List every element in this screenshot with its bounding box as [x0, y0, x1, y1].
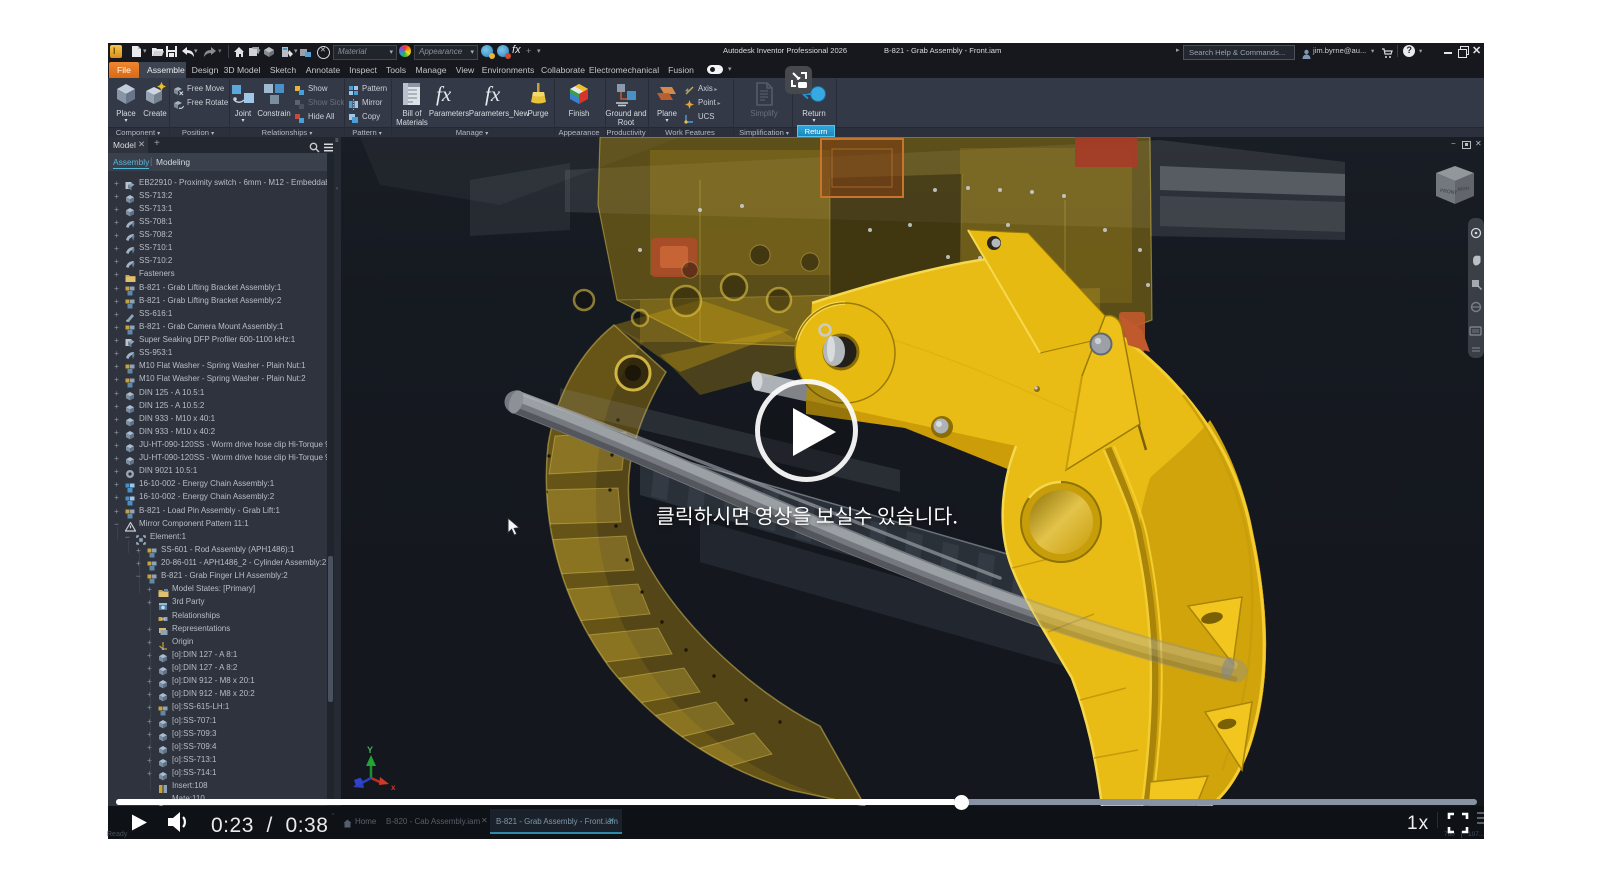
svg-text:Y: Y [367, 745, 373, 755]
svg-text:fx: fx [485, 82, 501, 106]
svg-text:x: x [391, 783, 396, 792]
